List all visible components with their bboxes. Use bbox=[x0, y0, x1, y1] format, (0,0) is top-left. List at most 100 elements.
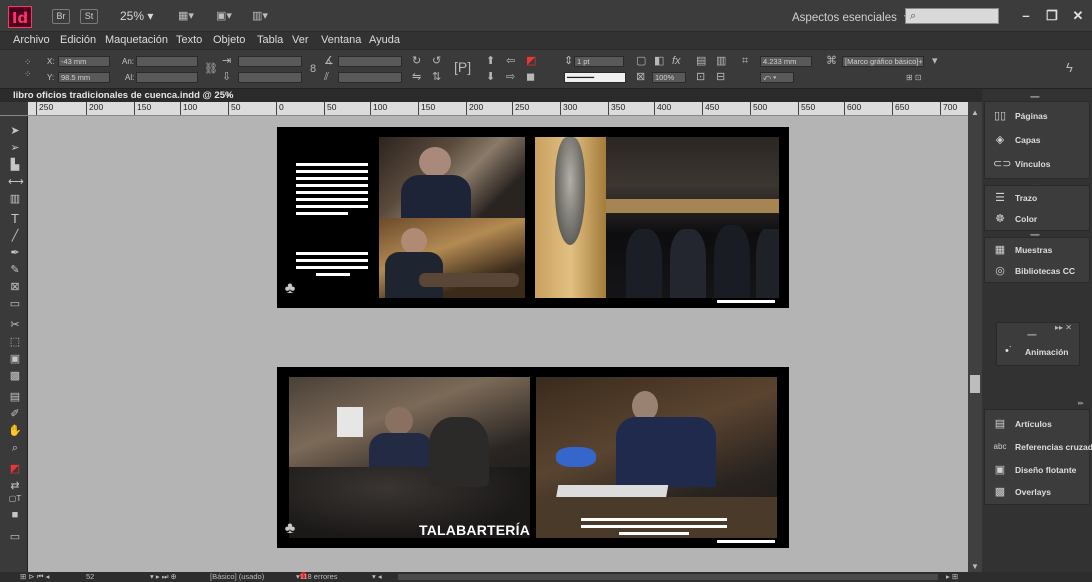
select-content-icon[interactable]: ⬇ bbox=[486, 71, 495, 83]
menu-texto[interactable]: Texto bbox=[176, 34, 202, 46]
panel-color[interactable]: ☸ Color bbox=[991, 211, 1091, 229]
menu-ayuda[interactable]: Ayuda bbox=[369, 34, 400, 46]
menu-ventana[interactable]: Ventana bbox=[321, 34, 361, 46]
photo-craftsman-1[interactable] bbox=[379, 137, 525, 218]
arrange-documents-button[interactable]: ▥▾ bbox=[252, 10, 276, 23]
scroll-right-icon[interactable]: ▸ ⊞ bbox=[946, 572, 958, 582]
page-nav-next[interactable]: ▾ ▸ ⏭ ⊕ bbox=[150, 572, 177, 582]
photo-leather-craftsman[interactable] bbox=[536, 377, 777, 538]
select-previous-icon[interactable]: ⇦ bbox=[506, 55, 515, 67]
photo-knife-closeup[interactable] bbox=[535, 137, 606, 298]
panel-capas[interactable]: ◈ Capas bbox=[991, 132, 1091, 150]
stroke-swatch-icon[interactable]: ◼ bbox=[526, 71, 535, 83]
stroke-type-dropdown[interactable]: ━━━━━━ bbox=[564, 72, 626, 83]
screen-mode-button[interactable]: ▣▾ bbox=[216, 10, 240, 23]
vertical-scrollbar[interactable]: ▲ ▼ bbox=[968, 102, 982, 572]
free-transform-tool-icon[interactable]: ⬚ bbox=[8, 335, 22, 349]
photo-craftsman-2[interactable] bbox=[379, 218, 525, 298]
scroll-down-icon[interactable]: ▼ bbox=[971, 562, 979, 571]
object-style-menu-icon[interactable]: ▾ bbox=[932, 55, 938, 67]
select-container-icon[interactable]: ⬆ bbox=[486, 55, 495, 67]
photo-shoe-lasts[interactable] bbox=[606, 137, 779, 298]
align-center-icon[interactable]: ▥ bbox=[716, 55, 726, 67]
panel-muestras[interactable]: ▦ Muestras bbox=[991, 242, 1091, 260]
zoom-level-dropdown[interactable]: 25% ▾ bbox=[120, 9, 153, 23]
rectangle-frame-tool-icon[interactable]: ⊠ bbox=[8, 280, 22, 294]
scale-y-field[interactable] bbox=[238, 72, 302, 83]
hand-tool-icon[interactable]: ✋ bbox=[8, 424, 22, 438]
direct-selection-tool-icon[interactable]: ➢ bbox=[8, 141, 22, 155]
close-tab-icon[interactable]: × bbox=[226, 89, 231, 102]
swap-fill-stroke-icon[interactable]: ⇄ bbox=[8, 479, 22, 493]
stroke-weight-field[interactable]: 1 pt bbox=[574, 56, 624, 67]
pen-tool-icon[interactable]: ✒ bbox=[8, 246, 22, 260]
fill-none-swatch-icon[interactable]: ◩ bbox=[526, 55, 536, 67]
page-number-field[interactable]: 52 bbox=[86, 572, 94, 582]
page-tool-icon[interactable]: ▙ bbox=[8, 158, 22, 172]
gradient-feather-tool-icon[interactable]: ▩ bbox=[8, 369, 22, 383]
view-options-button[interactable]: ▦▾ bbox=[178, 10, 202, 23]
rotation-field[interactable] bbox=[338, 56, 402, 67]
photo-saddle-craftsman[interactable] bbox=[289, 377, 530, 538]
stock-button[interactable]: St bbox=[80, 9, 98, 24]
panel-grip[interactable]: ▪▪▪▪▪▪ bbox=[1030, 94, 1040, 101]
horizontal-ruler[interactable]: 250 200 150 100 50 0 50 100 150 200 250 … bbox=[0, 102, 972, 116]
flip-vertical-icon[interactable]: ⇅ bbox=[432, 71, 441, 83]
minimize-button[interactable]: – bbox=[1012, 6, 1040, 26]
spread-1[interactable]: ♣ bbox=[277, 127, 789, 308]
align-top-icon[interactable]: ⊡ bbox=[696, 71, 705, 83]
menu-objeto[interactable]: Objeto bbox=[213, 34, 245, 46]
y-position-field[interactable]: 98.5 mm bbox=[58, 72, 110, 83]
apply-color-icon[interactable]: ■ bbox=[8, 508, 22, 522]
align-bottom-icon[interactable]: ⊟ bbox=[716, 71, 725, 83]
gap-tool-icon[interactable]: ⟷ bbox=[8, 175, 24, 189]
opacity-field[interactable]: 100% bbox=[652, 72, 686, 83]
select-next-icon[interactable]: ⇨ bbox=[506, 71, 515, 83]
menu-archivo[interactable]: Archivo bbox=[13, 34, 50, 46]
rotate-cw-icon[interactable]: ↻ bbox=[412, 55, 421, 67]
menu-tabla[interactable]: Tabla bbox=[257, 34, 283, 46]
panel-collapse-icon[interactable]: ▸▸ ✕ bbox=[1055, 323, 1072, 332]
width-field[interactable] bbox=[136, 56, 198, 67]
master-page-status[interactable]: [Básico] (usado) bbox=[210, 572, 264, 582]
text-wrap-icon[interactable]: ▢ bbox=[636, 55, 646, 67]
flip-horizontal-icon[interactable]: ⇋ bbox=[412, 71, 421, 83]
panel-articulos[interactable]: ▤ Artículos bbox=[991, 416, 1091, 434]
reference-point-icon[interactable]: ⁘ ⁘ bbox=[24, 56, 32, 80]
rectangle-tool-icon[interactable]: ▭ bbox=[8, 297, 22, 311]
height-field[interactable] bbox=[136, 72, 198, 83]
document-tab[interactable]: libro oficios tradicionales de cuenca.in… bbox=[13, 89, 233, 102]
line-tool-icon[interactable]: ╱ bbox=[8, 229, 22, 243]
gradient-swatch-tool-icon[interactable]: ▣ bbox=[8, 352, 22, 366]
zoom-tool-icon[interactable]: ⌕ bbox=[8, 441, 22, 455]
page-nav-controls[interactable]: ⊞ ⊳ ⏮ ◂ bbox=[20, 572, 49, 582]
spread-heading[interactable]: TALABARTERÍA bbox=[419, 522, 530, 538]
scale-x-field[interactable] bbox=[238, 56, 302, 67]
maximize-button[interactable]: ❐ bbox=[1038, 6, 1066, 26]
drop-shadow-icon[interactable]: ◧ bbox=[654, 55, 664, 67]
object-style-dropdown[interactable]: [Marco gráfico básico]+ bbox=[842, 56, 924, 67]
menu-maquetacion[interactable]: Maquetación bbox=[105, 34, 168, 46]
panel-overlays[interactable]: ▩ Overlays bbox=[991, 484, 1091, 502]
preflight-menu[interactable]: ▾ ◂ bbox=[372, 572, 382, 582]
close-button[interactable]: ✕ bbox=[1064, 6, 1092, 26]
constrain-proportions-icon[interactable]: ⛓ bbox=[204, 63, 218, 75]
align-left-icon[interactable]: ▤ bbox=[696, 55, 706, 67]
panel-animacion[interactable]: •˙ Animación bbox=[1003, 343, 1075, 361]
lightning-icon[interactable]: ϟ bbox=[1066, 61, 1073, 74]
x-position-field[interactable]: -43 mm bbox=[58, 56, 110, 67]
formatting-affects-icon[interactable]: ▢T bbox=[8, 492, 22, 506]
workspace-switcher[interactable]: Aspectos esenciales ▾ bbox=[792, 10, 910, 24]
effects-fx-icon[interactable]: fx bbox=[672, 55, 681, 67]
selection-tool-icon[interactable]: ➤ bbox=[8, 124, 22, 138]
auto-fit-icon[interactable]: ⊞ ⊡ bbox=[906, 72, 922, 84]
content-collector-icon[interactable]: ▥ bbox=[8, 192, 22, 206]
rotate-ccw-icon[interactable]: ↺ bbox=[432, 55, 441, 67]
preflight-status[interactable]: ▾ 118 errores bbox=[296, 572, 338, 582]
fill-stroke-swatch-icon[interactable]: ◩ bbox=[8, 462, 22, 476]
bridge-button[interactable]: Br bbox=[52, 9, 70, 24]
panel-collapse-icon[interactable]: ▸▸ bbox=[1078, 399, 1084, 407]
fitting-size-field[interactable]: 4.233 mm bbox=[760, 56, 812, 67]
menu-ver[interactable]: Ver bbox=[292, 34, 309, 46]
spread-2[interactable]: ♣ bbox=[277, 367, 789, 548]
